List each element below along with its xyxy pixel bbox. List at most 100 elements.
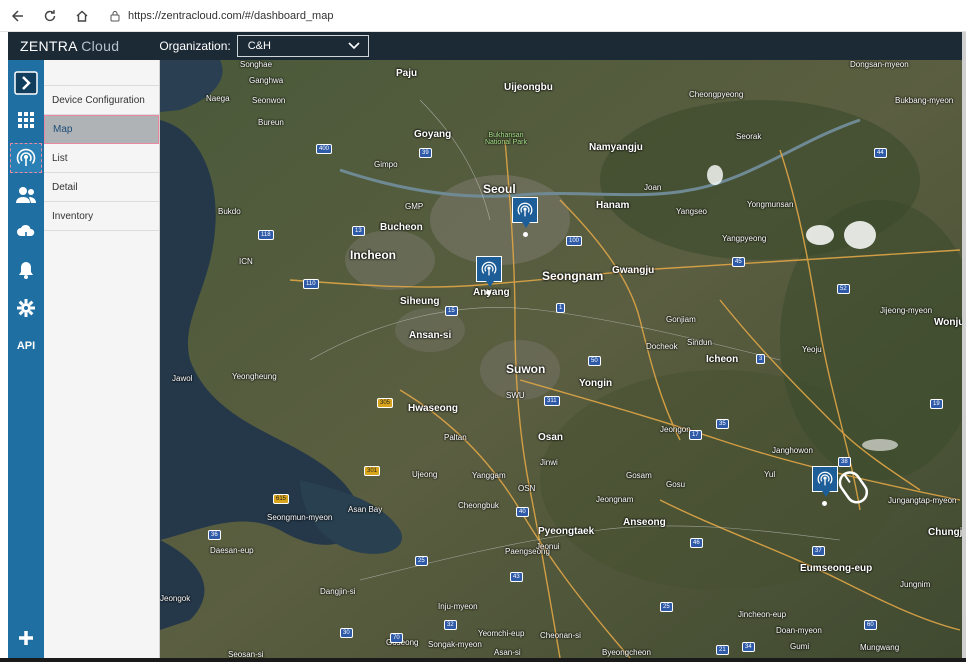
place-label: Yeongheung (232, 372, 277, 381)
road-shield: 35 (716, 419, 729, 429)
window-edge-left (0, 32, 8, 658)
road-shield: 110 (303, 279, 319, 289)
road-shield: 305 (377, 398, 394, 408)
place-label: Seongmun-myeon (267, 513, 333, 522)
place-label: Gonjiam (666, 315, 696, 324)
lock-icon (110, 10, 120, 21)
place-label: Siheung (400, 296, 440, 307)
rail-settings-button[interactable] (10, 293, 42, 323)
place-label: Seorak (736, 132, 762, 141)
place-label: Goyang (414, 129, 452, 140)
road-shield: 21 (716, 645, 729, 655)
antenna-icon (517, 202, 533, 217)
rail-collapse-button[interactable] (10, 68, 42, 98)
place-label: GMP (405, 202, 424, 211)
place-label: Bucheon (380, 222, 423, 233)
submenu-item-map[interactable]: Map (44, 115, 159, 144)
road-shield: 301 (364, 466, 381, 476)
satellite-map[interactable]: Seoul Incheon Seongnam Suwon Anyang Buch… (160, 60, 962, 658)
road-shield: 100 (566, 236, 583, 246)
grid-icon (18, 112, 34, 128)
place-label: Yeoju (802, 345, 822, 354)
place-label: Seonwon (252, 96, 286, 105)
antenna-icon (16, 148, 36, 166)
org-value: C&H (247, 40, 271, 52)
browser-toolbar: https://zentracloud.com/#/dashboard_map (0, 0, 966, 32)
place-label: Icheon (706, 354, 739, 365)
place-label: Janghowon (772, 446, 813, 455)
reload-button[interactable] (36, 2, 64, 30)
place-label: Joan (644, 183, 662, 192)
road-shield: 60 (864, 620, 877, 630)
road-shield: 39 (419, 148, 432, 158)
road-shield: 311 (544, 396, 560, 406)
road-shield: 30 (340, 628, 353, 638)
place-label: SWU (506, 391, 525, 400)
place-label: Paltan (444, 433, 467, 442)
brand-logo: ZENTRA Cloud (20, 38, 119, 54)
road-shield: 15 (445, 306, 458, 316)
road-shield: 37 (812, 546, 825, 556)
marker-seoul[interactable] (512, 197, 538, 228)
road-shield: 400 (316, 144, 333, 154)
submenu-item-detail[interactable]: Detail (44, 173, 159, 202)
rail-add-button[interactable] (10, 623, 42, 653)
app-header: ZENTRA Cloud Organization: C&H (8, 32, 964, 60)
road-shield: 118 (258, 230, 274, 240)
home-button[interactable] (68, 2, 96, 30)
rail-devices-button[interactable] (10, 143, 42, 173)
address-bar[interactable]: https://zentracloud.com/#/dashboard_map (110, 5, 333, 27)
place-label: Incheon (350, 248, 397, 262)
road-shield: 46 (690, 538, 703, 548)
place-label: Ujeong (412, 470, 438, 479)
rail-download-button[interactable] (10, 218, 42, 248)
road-shield: 45 (732, 257, 745, 267)
back-button[interactable] (4, 2, 32, 30)
rail-dashboard-button[interactable] (10, 105, 42, 135)
road-shield: 38 (838, 457, 851, 467)
place-label: Seongnam (542, 269, 604, 283)
antenna-icon (817, 471, 833, 486)
place-label: Jeonui (536, 542, 560, 551)
place-label: Cheongbuk (458, 501, 499, 510)
submenu-item-label: Map (53, 124, 73, 135)
plus-icon (19, 631, 33, 645)
place-label: Jincheon-eup (738, 610, 787, 619)
road-shield: 13 (352, 226, 365, 236)
place-label: OSN (518, 484, 536, 493)
rail-alerts-button[interactable] (10, 255, 42, 285)
place-label: Ansan-si (409, 330, 452, 341)
chevron-down-icon (348, 42, 360, 50)
road-shield: 44 (874, 148, 887, 158)
rail-users-button[interactable] (10, 180, 42, 210)
rail-api-button[interactable]: API (10, 331, 42, 361)
place-label: Yanggam (472, 471, 506, 480)
road-shield: 70 (390, 633, 403, 643)
place-label: Byeongcheon (602, 648, 651, 657)
place-label: Anseong (623, 517, 666, 528)
road-shield: 43 (510, 572, 523, 582)
place-label: Daesan-eup (210, 546, 254, 555)
marker-eumseong[interactable] (812, 466, 838, 497)
road-shield: 40 (516, 507, 529, 517)
place-label: Jeongok (160, 594, 191, 603)
submenu-item-device-configuration[interactable]: Device Configuration (44, 86, 159, 115)
road-shield: 52 (837, 284, 850, 294)
place-label: Asan Bay (348, 505, 383, 514)
place-label: Chungju (928, 527, 962, 538)
window-edge-bottom (0, 658, 966, 662)
devices-submenu: Device Configuration Map List Detail Inv… (44, 60, 160, 658)
org-label: Organization: (159, 39, 231, 53)
icon-rail: API (8, 60, 44, 658)
api-label: API (16, 340, 36, 352)
place-label: Jungangtap-myeon (888, 496, 957, 505)
place-label: Jeongon (660, 425, 691, 434)
place-label: Mungwang (860, 643, 900, 652)
place-label: Bukdo (218, 207, 241, 216)
marker-anyang[interactable] (476, 256, 502, 287)
place-label: Yongin (579, 378, 613, 389)
submenu-item-list[interactable]: List (44, 144, 159, 173)
reload-icon (44, 9, 56, 21)
submenu-item-inventory[interactable]: Inventory (44, 202, 159, 231)
org-select[interactable]: C&H (236, 35, 369, 57)
